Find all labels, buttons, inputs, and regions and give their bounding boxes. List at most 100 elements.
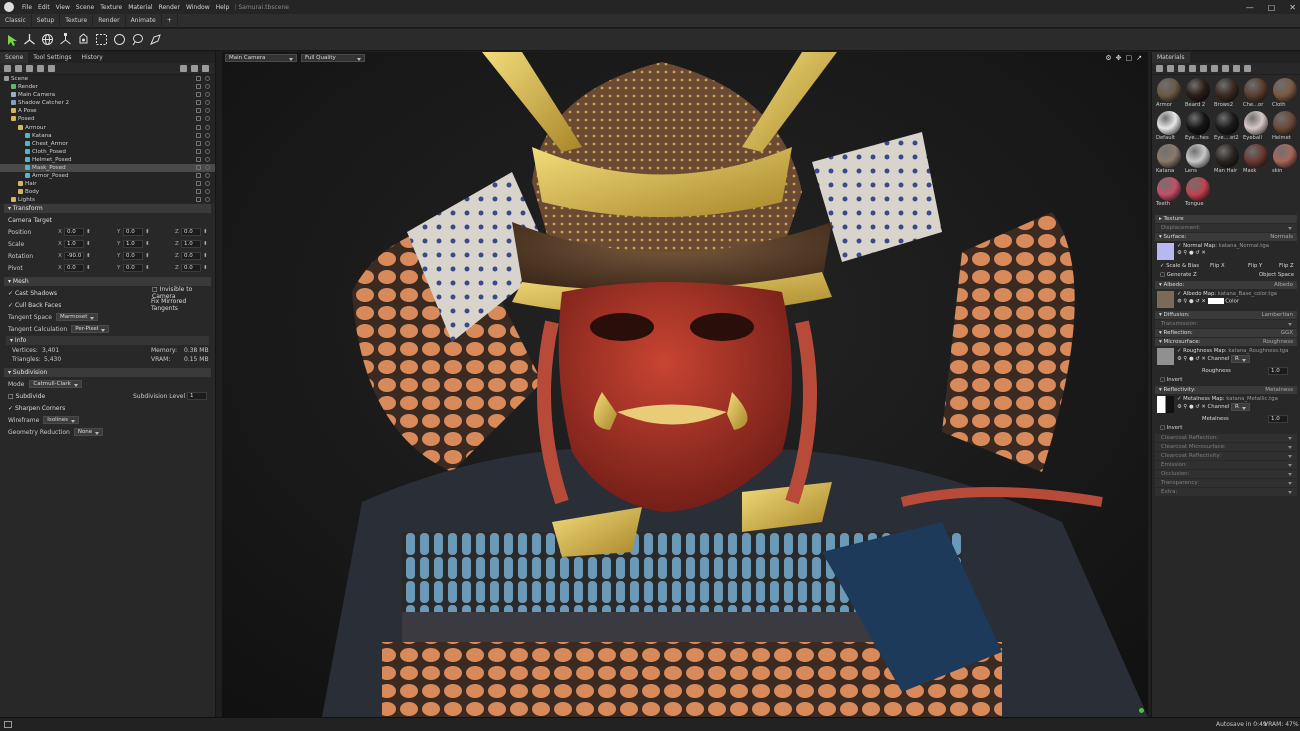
visibility-icon[interactable] <box>205 116 210 122</box>
lock-icon[interactable] <box>196 197 201 203</box>
spinner-icon[interactable]: ⬍ <box>203 253 208 259</box>
tree-item-katana[interactable]: Katana <box>0 132 215 140</box>
material-eyeball[interactable]: Eyeball <box>1243 111 1269 142</box>
microsurface-section[interactable]: ▾ Microsurface: Roughness <box>1155 338 1297 346</box>
metal-map-thumbnail[interactable] <box>1157 396 1174 413</box>
material-teeth[interactable]: Teeth <box>1156 177 1182 208</box>
visibility-icon[interactable] <box>205 189 210 195</box>
material-eye-et2[interactable]: Eye....et2 <box>1214 111 1240 142</box>
material-mask[interactable]: Mask <box>1243 144 1269 175</box>
mesh-section-header[interactable]: ▾ Mesh <box>4 277 211 286</box>
lock-icon[interactable] <box>196 116 201 122</box>
camera-dropdown[interactable]: Main Camera <box>225 54 297 62</box>
visibility-icon[interactable] <box>205 197 210 203</box>
reflection-section[interactable]: ▾ Reflection: GGX <box>1155 329 1297 337</box>
close-icon[interactable]: ✕ <box>1289 3 1296 12</box>
scale-x-input[interactable]: 1.0 <box>64 240 84 248</box>
rotation-z-input[interactable]: 0.0 <box>181 252 201 260</box>
visibility-icon[interactable] <box>205 140 210 146</box>
tree-item-shadow-catcher-2[interactable]: Shadow Catcher 2 <box>0 99 215 107</box>
rotate-icon[interactable] <box>40 32 55 47</box>
scale-y-input[interactable]: 1.0 <box>123 240 143 248</box>
pivot-x-input[interactable]: 0.0 <box>64 264 84 272</box>
tab-scene[interactable]: Scene <box>0 52 29 63</box>
flip-y-checkbox[interactable]: Flip Y <box>1248 262 1262 271</box>
viewport[interactable]: Main Camera Full Quality ⚙ ✥ □ ↗ <box>222 52 1148 717</box>
diffusion-section[interactable]: ▾ Diffusion: Lambertian <box>1155 311 1297 319</box>
maximize-view-icon[interactable]: □ <box>1126 54 1133 62</box>
section-emission[interactable]: Emission: <box>1155 461 1297 469</box>
normal-map-thumbnail[interactable] <box>1157 243 1174 260</box>
visibility-icon[interactable] <box>205 124 210 130</box>
menu-edit[interactable]: Edit <box>35 4 53 11</box>
add-shape-icon[interactable] <box>37 65 44 72</box>
delete-icon[interactable] <box>202 65 209 72</box>
fix-mirrored-checkbox[interactable]: Fix Mirrored Tangents <box>151 298 215 312</box>
section-clearcoat-reflectivity[interactable]: Clearcoat Reflectivity: <box>1155 452 1297 460</box>
material-eye-hes[interactable]: Eye...hes <box>1185 111 1211 142</box>
material-skin[interactable]: skin <box>1272 144 1298 175</box>
material-beard-2[interactable]: Beard 2 <box>1185 78 1211 109</box>
lock-icon[interactable] <box>196 84 201 90</box>
spinner-icon[interactable]: ⬍ <box>145 241 150 247</box>
rotation-x-input[interactable]: -90.0 <box>64 252 84 260</box>
apply-material-icon[interactable] <box>1222 65 1229 72</box>
camera-target-row[interactable]: Camera Target <box>0 214 215 226</box>
refresh-material-icon[interactable] <box>1233 65 1240 72</box>
rect-select-icon[interactable] <box>94 32 109 47</box>
spinner-icon[interactable]: ⬍ <box>86 241 91 247</box>
lock-icon[interactable] <box>196 148 201 154</box>
lock-icon[interactable] <box>196 189 201 195</box>
menu-window[interactable]: Window <box>183 4 213 11</box>
visibility-icon[interactable] <box>205 108 210 114</box>
metal-channel-dropdown[interactable]: R <box>1230 403 1250 411</box>
section-clearcoat-reflection[interactable]: Clearcoat Reflection: <box>1155 434 1297 442</box>
position-z-input[interactable]: 0.0 <box>181 228 201 236</box>
scale-icon[interactable] <box>58 32 73 47</box>
menu-material[interactable]: Material <box>125 4 155 11</box>
tangent-calc-dropdown[interactable]: Per-Pixel <box>71 325 110 333</box>
folder-icon[interactable] <box>180 65 187 72</box>
albedo-map-thumbnail[interactable] <box>1157 291 1174 308</box>
lock-icon[interactable] <box>196 92 201 98</box>
delete-material-icon[interactable] <box>1211 65 1218 72</box>
lock-icon[interactable] <box>196 76 201 81</box>
position-y-input[interactable]: 0.0 <box>123 228 143 236</box>
spinner-icon[interactable]: ⬍ <box>203 229 208 235</box>
spinner-icon[interactable]: ⬍ <box>145 253 150 259</box>
spinner-icon[interactable]: ⬍ <box>203 241 208 247</box>
visibility-icon[interactable] <box>205 173 210 179</box>
tab-tool-settings[interactable]: Tool Settings <box>28 52 76 63</box>
add-light-icon[interactable] <box>15 65 22 72</box>
roughness-channel-dropdown[interactable]: R <box>1230 355 1250 363</box>
tab-setup[interactable]: Setup <box>32 13 61 28</box>
visibility-icon[interactable] <box>205 92 210 98</box>
tree-item-cloth-posed[interactable]: Cloth_Posed <box>0 148 215 156</box>
folder-material-icon[interactable] <box>1200 65 1207 72</box>
material-cloth[interactable]: Cloth <box>1272 78 1298 109</box>
console-icon[interactable] <box>4 721 12 728</box>
lock-icon[interactable] <box>196 165 201 171</box>
section-transparency[interactable]: Transparency: <box>1155 479 1297 487</box>
section-occlusion[interactable]: Occlusion: <box>1155 470 1297 478</box>
tree-item-scene[interactable]: Scene <box>0 75 215 83</box>
spinner-icon[interactable]: ⬍ <box>145 229 150 235</box>
geo-reduction-dropdown[interactable]: None <box>73 428 104 436</box>
metal-invert-checkbox[interactable]: □ Invert <box>1160 425 1182 431</box>
transmission-section[interactable]: Transmission: <box>1155 320 1297 328</box>
tree-item-armor-posed[interactable]: Armor_Posed <box>0 172 215 180</box>
metalness-input[interactable]: 1.0 <box>1268 415 1288 423</box>
select-arrow-icon[interactable] <box>4 32 19 47</box>
tab-classic[interactable]: Classic <box>0 13 32 28</box>
pivot-icon[interactable] <box>76 32 91 47</box>
surface-section[interactable]: ▾ Surface: Normals <box>1155 233 1297 241</box>
subdivide-checkbox[interactable]: □ Subdivide <box>8 393 45 400</box>
spinner-icon[interactable]: ⬍ <box>86 253 91 259</box>
transform-section-header[interactable]: ▾ Transform <box>4 204 211 213</box>
subdiv-level-input[interactable]: 1 <box>187 392 207 400</box>
popout-icon[interactable]: ↗ <box>1136 54 1142 62</box>
sharpen-checkbox[interactable]: ✓ Sharpen Corners <box>8 405 65 412</box>
visibility-icon[interactable] <box>205 100 210 106</box>
cull-back-checkbox[interactable]: ✓ Cull Back Faces <box>8 302 61 309</box>
export-material-icon[interactable] <box>1178 65 1185 72</box>
